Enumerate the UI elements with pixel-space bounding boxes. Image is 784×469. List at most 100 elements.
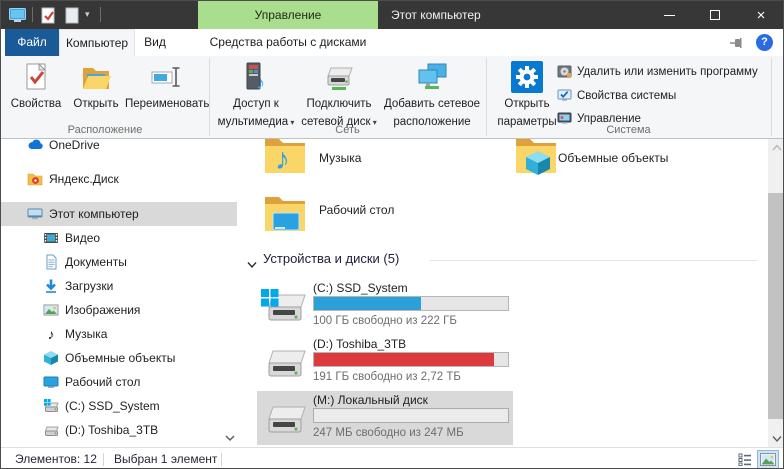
onedrive-cloud-icon (27, 139, 43, 153)
explorer-window: Управление Этот компьютер Файл Компьютер… (0, 0, 784, 469)
qat-separator (100, 7, 101, 22)
rename-button[interactable]: Переименовать (125, 58, 207, 124)
sidebar-item-music[interactable]: Музыка (1, 322, 237, 346)
group-label-network: Сеть (209, 124, 486, 138)
desktop-folder-icon (263, 191, 307, 235)
sidebar-item-this-pc[interactable]: Этот компьютер (1, 202, 237, 226)
ribbon-tab-row: Файл Компьютер Вид Средства работы с дис… (1, 29, 784, 56)
help-button[interactable] (756, 34, 773, 51)
sidebar-item-label: Рабочий стол (65, 375, 140, 389)
drive-d-icon (261, 343, 307, 381)
open-button[interactable]: Открыть (67, 58, 125, 124)
sidebar-item-label: Яндекс.Диск (49, 172, 119, 186)
sidebar-item-label: Изображения (65, 303, 140, 317)
sidebar-item-desktop[interactable]: Рабочий стол (1, 370, 237, 394)
close-icon (757, 8, 766, 23)
drive-name: (D:) Toshiba_3TB (313, 337, 406, 351)
tab-disk-tools[interactable]: Средства работы с дисками (198, 29, 378, 56)
sidebar-item-label: OneDrive (49, 139, 100, 152)
drive-tile-c[interactable]: (C:) SSD_System 100 ГБ свободно из 222 Г… (257, 279, 513, 333)
section-header-devices-and-drives: Устройства и диски (5) (237, 251, 769, 271)
vertical-scrollbar[interactable] (768, 139, 784, 447)
sidebar-item-label: Объемные объекты (65, 351, 175, 365)
system-properties-label: Свойства системы (577, 90, 676, 102)
folder-name: Объемные объекты (558, 151, 668, 165)
sidebar-item-downloads[interactable]: Загрузки (1, 274, 237, 298)
section-rule (429, 260, 757, 261)
uninstall-program-button[interactable]: Удалить или изменить программу (557, 63, 758, 81)
drive-tile-d[interactable]: (D:) Toshiba_3TB 191 ГБ свободно из 2,72… (257, 335, 513, 389)
music-note-icon (43, 326, 59, 342)
system-properties-button[interactable]: Свойства системы (557, 87, 676, 105)
sidebar-item-drive-d[interactable]: (D:) Toshiba_3TB (1, 418, 237, 442)
folder-tile-3d-objects[interactable]: Объемные объекты (237, 139, 487, 187)
settings-gear-icon (511, 61, 543, 93)
collapse-chevron-icon[interactable] (247, 256, 257, 264)
drive-m-icon (261, 399, 307, 437)
details-view-button[interactable] (734, 450, 756, 469)
new-item-quick-icon[interactable] (63, 6, 81, 24)
drive-usage-bar (313, 296, 509, 311)
tab-view[interactable]: Вид (135, 29, 175, 56)
drive-usage-fill (314, 297, 421, 310)
sidebar-item-pictures[interactable]: Изображения (1, 298, 237, 322)
video-icon (43, 230, 59, 246)
maximize-button[interactable] (692, 1, 738, 29)
drive-c-icon (261, 287, 307, 325)
scroll-up-icon[interactable] (768, 139, 784, 156)
sidebar-item-3d-objects[interactable]: Объемные объекты (1, 346, 237, 370)
uninstall-program-label: Удалить или изменить программу (577, 66, 758, 78)
tab-file[interactable]: Файл (5, 29, 59, 56)
properties-quick-icon[interactable] (39, 6, 57, 24)
status-separator (103, 453, 104, 466)
qat-separator (32, 7, 33, 22)
tab-computer[interactable]: Компьютер (59, 29, 135, 56)
minimize-button[interactable] (646, 1, 692, 29)
sidebar-scroll-down-icon[interactable] (223, 431, 237, 445)
status-bar: Элементов: 12 Выбран 1 элемент (1, 447, 784, 469)
ribbon-separator (771, 58, 772, 136)
section-title[interactable]: Устройства и диски (5) (263, 251, 399, 266)
properties-button[interactable]: Свойства (7, 58, 65, 124)
this-pc-icon[interactable] (8, 6, 26, 24)
group-label-system: Система (486, 124, 771, 138)
drive-name: (M:) Локальный диск (313, 393, 428, 407)
open-folder-icon (80, 61, 112, 93)
scroll-down-icon[interactable] (768, 430, 784, 447)
minimize-icon (664, 15, 675, 16)
qat-dropdown-icon[interactable] (85, 10, 90, 19)
window-title: Этот компьютер (391, 1, 481, 29)
sidebar-item-label: (C:) SSD_System (65, 399, 160, 413)
sidebar-item-yandex-disk[interactable]: Яндекс.Диск (1, 167, 237, 191)
sidebar-item-drive-c[interactable]: (C:) SSD_System (1, 394, 237, 418)
drive-free-space: 100 ГБ свободно из 222 ГБ (313, 315, 457, 327)
items-count: Элементов: 12 (15, 452, 97, 466)
open-settings-button[interactable]: Открыть параметры (493, 58, 561, 124)
selection-count: Выбран 1 элемент (114, 452, 217, 466)
maximize-icon (710, 10, 720, 20)
scrollbar-thumb[interactable] (768, 193, 784, 419)
pin-ribbon-icon[interactable] (728, 36, 744, 50)
sidebar-item-label: Музыка (65, 327, 107, 341)
media-access-button[interactable]: ♪ Доступ к мультимедиа (214, 58, 298, 124)
drive-usage-bar (313, 352, 509, 367)
map-network-drive-button[interactable]: Подключить сетевой диск (298, 58, 380, 124)
add-network-location-icon (416, 61, 448, 93)
document-icon (43, 254, 59, 270)
sidebar-item-documents[interactable]: Документы (1, 250, 237, 274)
download-arrow-icon (43, 278, 59, 294)
navigation-pane: OneDrive Яндекс.Диск Этот компьютер Виде… (1, 139, 237, 447)
sidebar-item-videos[interactable]: Видео (1, 226, 237, 250)
thumbnail-view-button[interactable] (757, 450, 779, 469)
picture-icon (43, 302, 59, 318)
drive-tile-m[interactable]: (M:) Локальный диск 247 МБ свободно из 2… (257, 391, 513, 445)
context-tab-manage[interactable]: Управление (198, 1, 378, 29)
add-network-location-button[interactable]: Добавить сетевое расположение (380, 58, 484, 124)
folder-tile-desktop[interactable]: Рабочий стол (237, 191, 487, 239)
sidebar-item-onedrive[interactable]: OneDrive (1, 139, 237, 157)
drive-usage-fill (314, 353, 494, 366)
sidebar-item-label: Видео (65, 231, 100, 245)
drive-usage-bar (313, 408, 509, 423)
media-access-icon: ♪ (240, 61, 272, 93)
close-button[interactable] (738, 1, 784, 29)
